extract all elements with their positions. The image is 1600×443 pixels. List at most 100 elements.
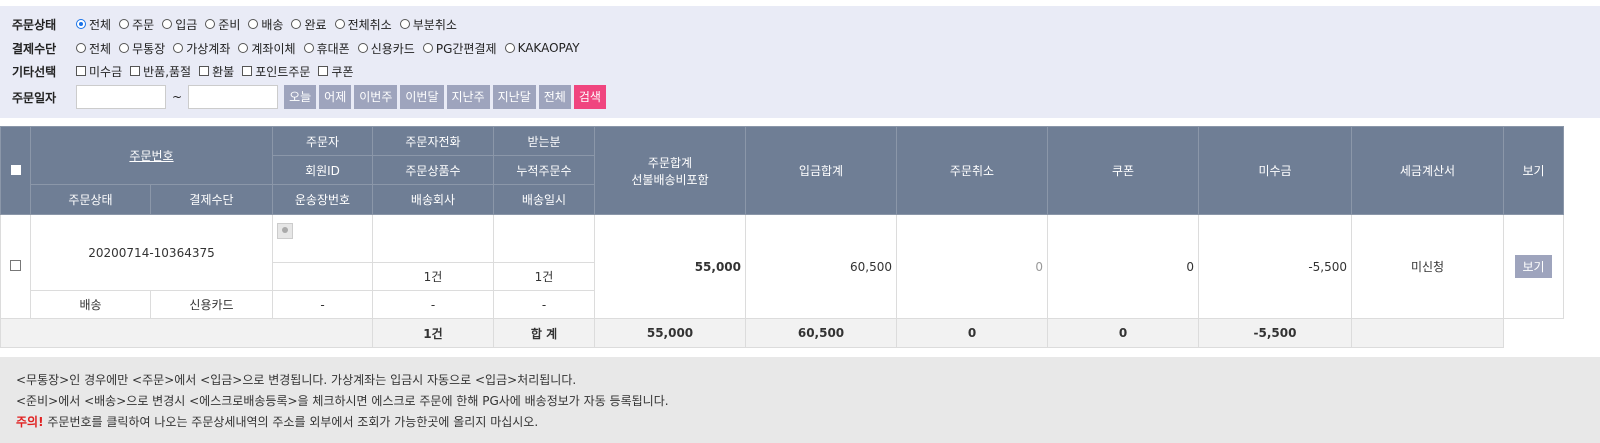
order-status-option[interactable]: 전체: [76, 16, 111, 33]
order-status-radio[interactable]: [76, 19, 86, 29]
view-button[interactable]: 보기: [1515, 255, 1552, 278]
order-status-radio[interactable]: [334, 19, 345, 29]
order-status-radio[interactable]: [205, 19, 216, 29]
deposit-total-header: 입금합계: [745, 126, 897, 215]
view-header: 보기: [1503, 126, 1564, 215]
order-status-radio[interactable]: [248, 19, 259, 29]
payment-option-label: 무통장: [132, 41, 166, 56]
coupon-header: 쿠폰: [1047, 126, 1199, 215]
unpaid-cell: -5,500: [1198, 214, 1352, 319]
orderer-phone-header: 주문자전화: [372, 126, 494, 156]
payment-radio[interactable]: [422, 43, 433, 53]
payment-option[interactable]: 계좌이체: [238, 40, 296, 57]
payment-radio[interactable]: [173, 43, 184, 53]
order-total-header-line1: 주문합계: [647, 155, 693, 170]
payment-row: 결제수단 전체 무통장 가상계좌 계좌이체 휴대폰 신용카드 PG간편결제 KAKAOPAY: [12, 38, 588, 58]
total-row: 1건 합 계 55,000 60,500 0 0 -5,500: [0, 318, 1564, 348]
etc-option[interactable]: 미수금: [76, 63, 122, 80]
order-status-option[interactable]: 전체취소: [334, 16, 392, 33]
etc-option-label: 반품,품절: [143, 64, 192, 79]
row-checkbox[interactable]: [10, 259, 21, 271]
date-preset-button[interactable]: 지난주: [446, 85, 490, 109]
status-cell: 배송: [30, 290, 151, 319]
cumulative-orders-header: 누적주문수: [493, 155, 595, 185]
order-no-cell[interactable]: 20200714-10364375: [30, 214, 273, 291]
payment-radio[interactable]: [303, 43, 314, 53]
payment-radio[interactable]: [76, 43, 86, 53]
order-status-option[interactable]: 완료: [291, 16, 327, 33]
order-status-radio[interactable]: [162, 19, 173, 29]
payment-option[interactable]: 휴대폰: [303, 40, 350, 57]
etc-option[interactable]: 환불: [199, 63, 234, 80]
order-status-radio[interactable]: [399, 19, 410, 29]
order-total-cell: 55,000: [594, 214, 746, 319]
date-to-input[interactable]: [188, 85, 279, 109]
order-status-option-label: 전체취소: [347, 17, 392, 32]
order-status-option[interactable]: 배송: [248, 16, 283, 33]
etc-check[interactable]: [318, 66, 329, 76]
search-button[interactable]: 검색: [573, 85, 606, 109]
etc-options: 미수금 반품,품절 환불 포인트주문 쿠폰: [76, 63, 362, 80]
payment-option[interactable]: 신용카드: [357, 40, 415, 57]
order-status-options: 전체 주문 입금 준비 배송 완료 전체취소 부분취소: [76, 16, 465, 33]
etc-option[interactable]: 쿠폰: [318, 63, 354, 80]
date-from-input[interactable]: [76, 85, 166, 109]
order-status-radio[interactable]: [119, 19, 130, 29]
payment-radio[interactable]: [357, 43, 368, 53]
date-preset-button[interactable]: 이번주: [354, 85, 398, 109]
etc-option[interactable]: 반품,품절: [130, 63, 191, 80]
orderer-header: 주문자: [272, 126, 373, 156]
payment-option[interactable]: 가상계좌: [173, 40, 230, 57]
total-deposit: 60,500: [745, 318, 897, 348]
order-status-option[interactable]: 부분취소: [399, 16, 457, 33]
item-count-header: 주문상품수: [372, 155, 494, 185]
date-preset-button[interactable]: 오늘: [284, 85, 317, 109]
order-total-header-line2: 선불배송비포함: [631, 172, 709, 187]
date-preset-button[interactable]: 전체: [538, 85, 571, 109]
date-preset-button[interactable]: 어제: [319, 85, 352, 109]
select-all-cell[interactable]: [0, 126, 31, 215]
select-all-checkbox[interactable]: [10, 164, 21, 175]
date-preset-button[interactable]: 이번달: [400, 85, 444, 109]
payment-option-label: PG간편결제: [435, 41, 497, 56]
order-status-radio[interactable]: [291, 19, 302, 29]
date-preset-buttons: 오늘 어제 이번주 이번달 지난주 지난달 전체: [284, 85, 574, 109]
payment-option[interactable]: KAKAOPAY: [504, 40, 580, 57]
member-id-cell: [272, 262, 373, 291]
payment-radio[interactable]: [238, 43, 249, 53]
etc-option[interactable]: 포인트주문: [242, 63, 310, 80]
total-view: [1503, 318, 1564, 348]
payment-label: 결제수단: [12, 41, 57, 56]
payment-radio[interactable]: [504, 43, 515, 53]
table-row: 20200714-10364375 55,000 60,500 0 0 -5,5…: [0, 214, 1564, 319]
etc-check[interactable]: [242, 66, 253, 76]
order-status-option[interactable]: 준비: [205, 16, 240, 33]
payment-cell: 신용카드: [150, 290, 273, 319]
total-cancel: 0: [896, 318, 1048, 348]
notice-line-1: <무통장>인 경우에만 <주문>에서 <입금>으로 변경됩니다. 가상계좌는 입…: [16, 373, 577, 387]
status-header: 주문상태: [30, 184, 151, 215]
etc-check[interactable]: [130, 66, 141, 76]
payment-option[interactable]: 전체: [76, 40, 111, 57]
tracking-header: 운송장번호: [272, 184, 373, 215]
total-coupon: 0: [1047, 318, 1199, 348]
orderer-phone-cell: [372, 214, 494, 263]
total-tax: [1351, 318, 1504, 348]
etc-option-label: 환불: [212, 64, 235, 79]
etc-check[interactable]: [76, 66, 86, 76]
etc-row: 기타선택 미수금 반품,품절 환불 포인트주문 쿠폰: [12, 61, 362, 81]
order-status-option[interactable]: 주문: [119, 16, 154, 33]
date-preset-button[interactable]: 지난달: [492, 85, 536, 109]
payment-radio[interactable]: [119, 43, 130, 53]
member-id-header: 회원ID: [272, 155, 373, 185]
payment-option[interactable]: 무통장: [119, 40, 165, 57]
payment-option[interactable]: PG간편결제: [422, 40, 497, 57]
orderer-cell: [272, 214, 373, 263]
order-status-option-label: 부분취소: [412, 17, 457, 32]
date-row: 주문일자 ~ 오늘 어제 이번주 이번달 지난주 지난달 전체 검색: [12, 84, 609, 110]
order-no-header[interactable]: 주문번호: [30, 126, 273, 185]
order-status-option[interactable]: 입금: [162, 16, 197, 33]
row-select-cell[interactable]: [0, 214, 31, 319]
etc-check[interactable]: [199, 66, 210, 76]
tax-invoice-header: 세금계산서: [1351, 126, 1504, 215]
